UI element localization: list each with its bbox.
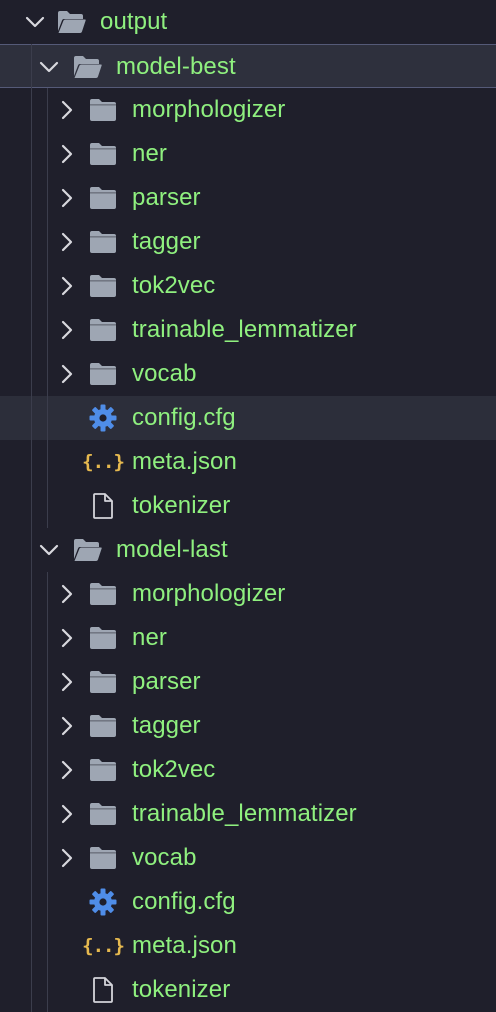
folder-icon [88, 359, 118, 389]
tree-item-label: tagger [132, 228, 201, 255]
chevron-right-icon[interactable] [56, 143, 78, 165]
indent-guide-root [31, 44, 32, 1012]
folder-icon [88, 755, 118, 785]
tree-item-label: tokenizer [132, 976, 231, 1003]
tree-item-tokenizer[interactable]: tokenizer [0, 484, 496, 528]
tree-item-label: morphologizer [132, 580, 286, 607]
chevron-right-icon[interactable] [56, 671, 78, 693]
tree-item-label: ner [132, 140, 167, 167]
folder-icon [88, 315, 118, 345]
folder-icon [88, 623, 118, 653]
tree-item-vocab[interactable]: vocab [0, 352, 496, 396]
tree-item-tok2vec[interactable]: tok2vec [0, 264, 496, 308]
chevron-right-icon[interactable] [56, 231, 78, 253]
tree-item-label: tok2vec [132, 272, 216, 299]
file-explorer-tree: output model-best morphologizer ner parser ta… [0, 0, 496, 1012]
tree-item-label: parser [132, 668, 201, 695]
tree-item-morphologizer[interactable]: morphologizer [0, 572, 496, 616]
tree-item-label: morphologizer [132, 96, 286, 123]
gear-icon [88, 887, 118, 917]
chevron-right-icon[interactable] [56, 803, 78, 825]
tree-item-vocab[interactable]: vocab [0, 836, 496, 880]
folder-icon [88, 579, 118, 609]
tree-item-ner[interactable]: ner [0, 132, 496, 176]
chevron-down-icon[interactable] [38, 56, 60, 78]
chevron-right-icon[interactable] [56, 99, 78, 121]
chevron-right-icon[interactable] [56, 319, 78, 341]
tree-item-label: tok2vec [132, 756, 216, 783]
tree-item-tagger[interactable]: tagger [0, 704, 496, 748]
tree-item-label: vocab [132, 844, 197, 871]
tree-item-label: parser [132, 184, 201, 211]
tree-item-label: meta.json [132, 448, 237, 475]
indent-guide [47, 88, 48, 528]
chevron-right-icon[interactable] [56, 627, 78, 649]
tree-item-ner[interactable]: ner [0, 616, 496, 660]
gear-icon [88, 403, 118, 433]
indent-guide [47, 572, 48, 1012]
chevron-right-icon[interactable] [56, 583, 78, 605]
tree-item-label: ner [132, 624, 167, 651]
tree-item-tok2vec[interactable]: tok2vec [0, 748, 496, 792]
tree-item-tagger[interactable]: tagger [0, 220, 496, 264]
chevron-right-icon[interactable] [56, 187, 78, 209]
chevron-right-icon[interactable] [56, 847, 78, 869]
tree-item-label: config.cfg [132, 404, 236, 431]
folder-icon [88, 667, 118, 697]
folder-icon [88, 139, 118, 169]
tree-item-label: output [100, 8, 168, 35]
tree-item-label: meta.json [132, 932, 237, 959]
tree-item-label: model-best [116, 53, 236, 80]
folder-icon [88, 183, 118, 213]
folder-icon [88, 227, 118, 257]
json-glyph: {..} [82, 451, 125, 473]
tree-item-config-cfg[interactable]: config.cfg [0, 396, 496, 440]
chevron-right-icon[interactable] [56, 715, 78, 737]
tree-item-label: model-last [116, 536, 228, 563]
folder-icon [88, 843, 118, 873]
json-icon: {..} [82, 447, 125, 477]
folder-open-icon [72, 535, 102, 565]
tree-item-meta-json[interactable]: {..} meta.json [0, 440, 496, 484]
folder-icon [88, 95, 118, 125]
tree-item-trainable-lemmatizer[interactable]: trainable_lemmatizer [0, 792, 496, 836]
folder-icon [88, 799, 118, 829]
tree-item-label: vocab [132, 360, 197, 387]
json-glyph: {..} [82, 935, 125, 957]
file-icon [88, 975, 118, 1005]
chevron-right-icon[interactable] [56, 275, 78, 297]
tree-item-trainable-lemmatizer[interactable]: trainable_lemmatizer [0, 308, 496, 352]
chevron-down-icon[interactable] [38, 539, 60, 561]
chevron-right-icon[interactable] [56, 759, 78, 781]
chevron-right-icon[interactable] [56, 363, 78, 385]
folder-open-icon [56, 7, 86, 37]
json-icon: {..} [82, 931, 125, 961]
folder-icon [88, 711, 118, 741]
tree-item-model-last[interactable]: model-last [0, 528, 496, 572]
file-icon [88, 491, 118, 521]
tree-item-model-best[interactable]: model-best [0, 44, 496, 88]
tree-item-parser[interactable]: parser [0, 660, 496, 704]
tree-item-label: trainable_lemmatizer [132, 316, 357, 343]
tree-item-meta-json[interactable]: {..} meta.json [0, 924, 496, 968]
tree-item-output[interactable]: output [0, 0, 496, 44]
tree-item-config-cfg[interactable]: config.cfg [0, 880, 496, 924]
tree-item-tokenizer[interactable]: tokenizer [0, 968, 496, 1012]
chevron-down-icon[interactable] [24, 11, 46, 33]
folder-open-icon [72, 52, 102, 82]
tree-item-morphologizer[interactable]: morphologizer [0, 88, 496, 132]
tree-item-label: config.cfg [132, 888, 236, 915]
folder-icon [88, 271, 118, 301]
tree-item-parser[interactable]: parser [0, 176, 496, 220]
tree-item-label: tokenizer [132, 492, 231, 519]
tree-item-label: tagger [132, 712, 201, 739]
tree-item-label: trainable_lemmatizer [132, 800, 357, 827]
